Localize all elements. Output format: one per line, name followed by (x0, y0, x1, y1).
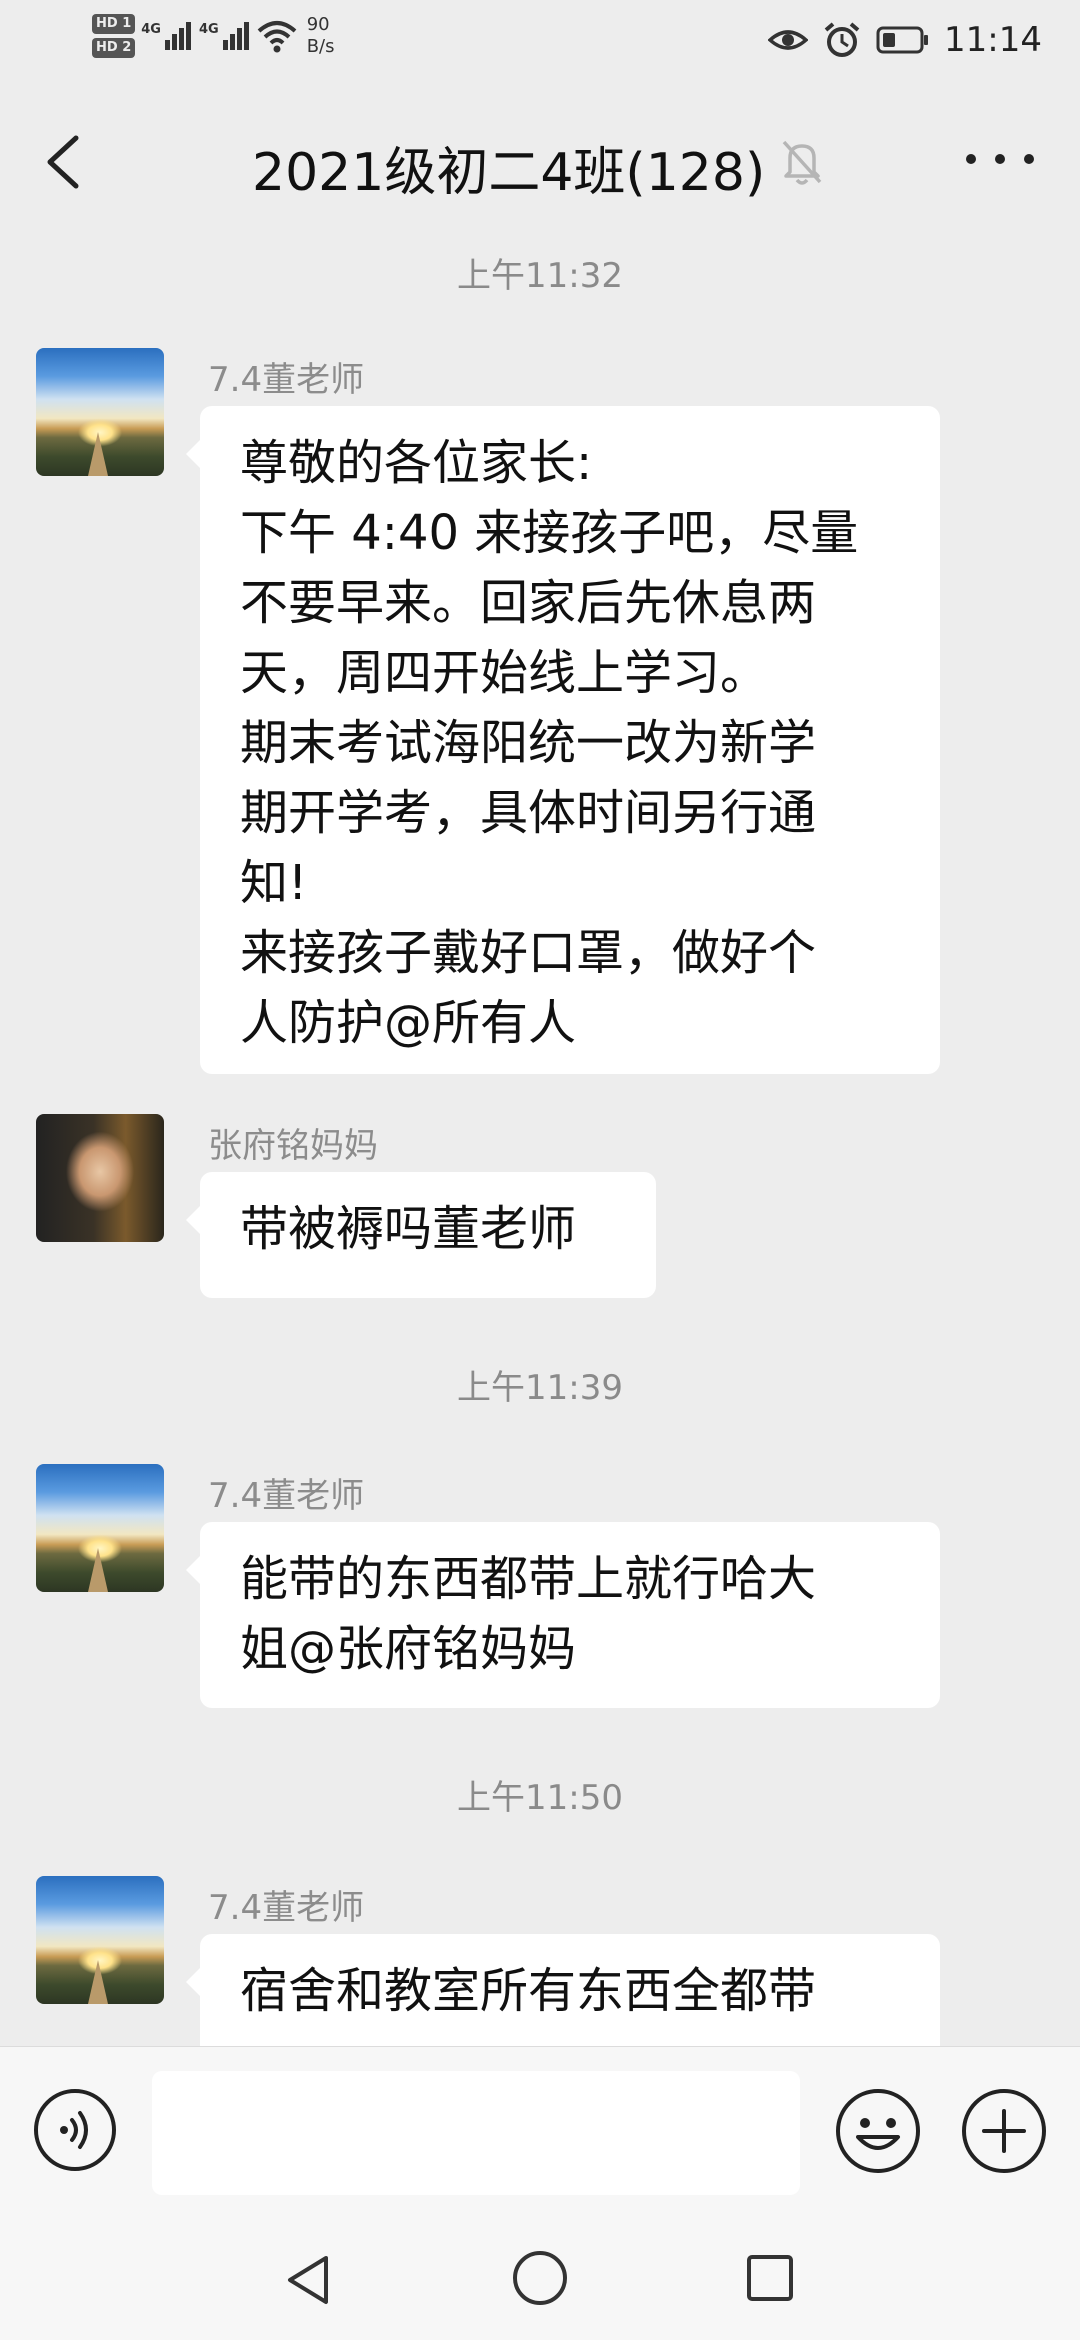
voice-icon[interactable] (32, 2087, 118, 2173)
chat-header: 2021级初二4班(128) (0, 88, 1080, 236)
message-line: 姐@张府铭妈妈 (240, 1621, 577, 1677)
speed-unit: B/s (306, 36, 335, 57)
signal-icon-2: 4G (199, 22, 249, 50)
message-line: 知! (240, 855, 308, 911)
network-speed: 90 B/s (307, 14, 335, 58)
parent-avatar[interactable] (36, 1114, 164, 1242)
timestamp: 上午11:50 (457, 1778, 623, 1818)
speed-value: 90 (306, 14, 330, 35)
timestamp: 上午11:32 (457, 256, 623, 296)
teacher-avatar[interactable] (36, 1464, 164, 1592)
message-bubble[interactable]: 能带的东西都带上就行哈大 姐@张府铭妈妈 (186, 1522, 940, 1708)
teacher-avatar[interactable] (36, 1876, 164, 2004)
sender-name: 7.4董老师 (208, 360, 365, 400)
timestamp: 上午11:39 (457, 1368, 623, 1408)
wifi-icon (257, 21, 297, 53)
nav-home-icon[interactable] (510, 2248, 570, 2308)
message-bubble[interactable]: 尊敬的各位家长: 下午 4:40 来接孩子吧，尽量 不要早来。回家后先休息两 天… (186, 406, 940, 1074)
status-left: HD 1 HD 2 4G 4G 90 B/s (92, 14, 334, 58)
hd-badge-1: HD 1 (92, 14, 136, 34)
message-line: 尊敬的各位家长: (240, 435, 593, 491)
battery-icon (876, 26, 929, 54)
message-line: 宿舍和教室所有东西全都带 (240, 1963, 817, 2019)
teacher-avatar[interactable] (36, 348, 164, 476)
back-button[interactable] (34, 126, 94, 198)
status-time: 11:14 (944, 20, 1042, 60)
network-label-2: 4G (198, 22, 219, 37)
nav-recent-icon[interactable] (744, 2252, 796, 2304)
message-line: 期末考试海阳统一改为新学 (240, 715, 817, 771)
sender-name: 7.4董老师 (208, 1476, 365, 1516)
message-bubble[interactable]: 宿舍和教室所有东西全都带 (186, 1934, 940, 2046)
message-line: 能带的东西都带上就行哈大 (240, 1551, 817, 1607)
message-line: 天，周四开始线上学习。 (240, 645, 769, 701)
sender-name: 7.4董老师 (208, 1888, 365, 1928)
sender-name: 张府铭妈妈 (208, 1126, 378, 1166)
message-line: 人防护@所有人 (240, 995, 577, 1051)
plus-icon[interactable] (960, 2087, 1048, 2175)
message-list[interactable]: 上午11:32 7.4董老师 尊敬的各位家长: 下午 4:40 来接孩子吧，尽量… (0, 236, 1080, 2046)
emoji-icon[interactable] (834, 2087, 922, 2175)
network-label-1: 4G (141, 22, 161, 37)
message-line: 来接孩子戴好口罩，做好个 (240, 925, 817, 981)
mute-bell-icon (782, 140, 822, 185)
alarm-icon (824, 22, 860, 57)
message-line: 期开学考，具体时间另行通 (240, 785, 817, 841)
message-line: 不要早来。回家后先休息两 (240, 575, 817, 631)
message-line: 带被褥吗董老师 (240, 1201, 577, 1257)
hd-badge-2: HD 2 (92, 38, 136, 58)
eye-icon (768, 30, 809, 50)
status-bar: HD 1 HD 2 4G 4G 90 B/s 11:14 (0, 0, 1080, 88)
chat-title[interactable]: 2021级初二4班(128) (252, 130, 765, 205)
message-line: 下午 4:40 来接孩子吧，尽量 (240, 505, 859, 561)
status-right: 11:14 (768, 20, 1042, 60)
input-bar (0, 2046, 1080, 2215)
signal-icon: 4G (141, 22, 191, 50)
more-icon[interactable] (960, 138, 1040, 178)
nav-back-icon[interactable] (282, 2252, 334, 2308)
message-input[interactable] (152, 2071, 800, 2195)
message-bubble[interactable]: 带被褥吗董老师 (186, 1172, 656, 1298)
system-nav-bar (0, 2214, 1080, 2340)
